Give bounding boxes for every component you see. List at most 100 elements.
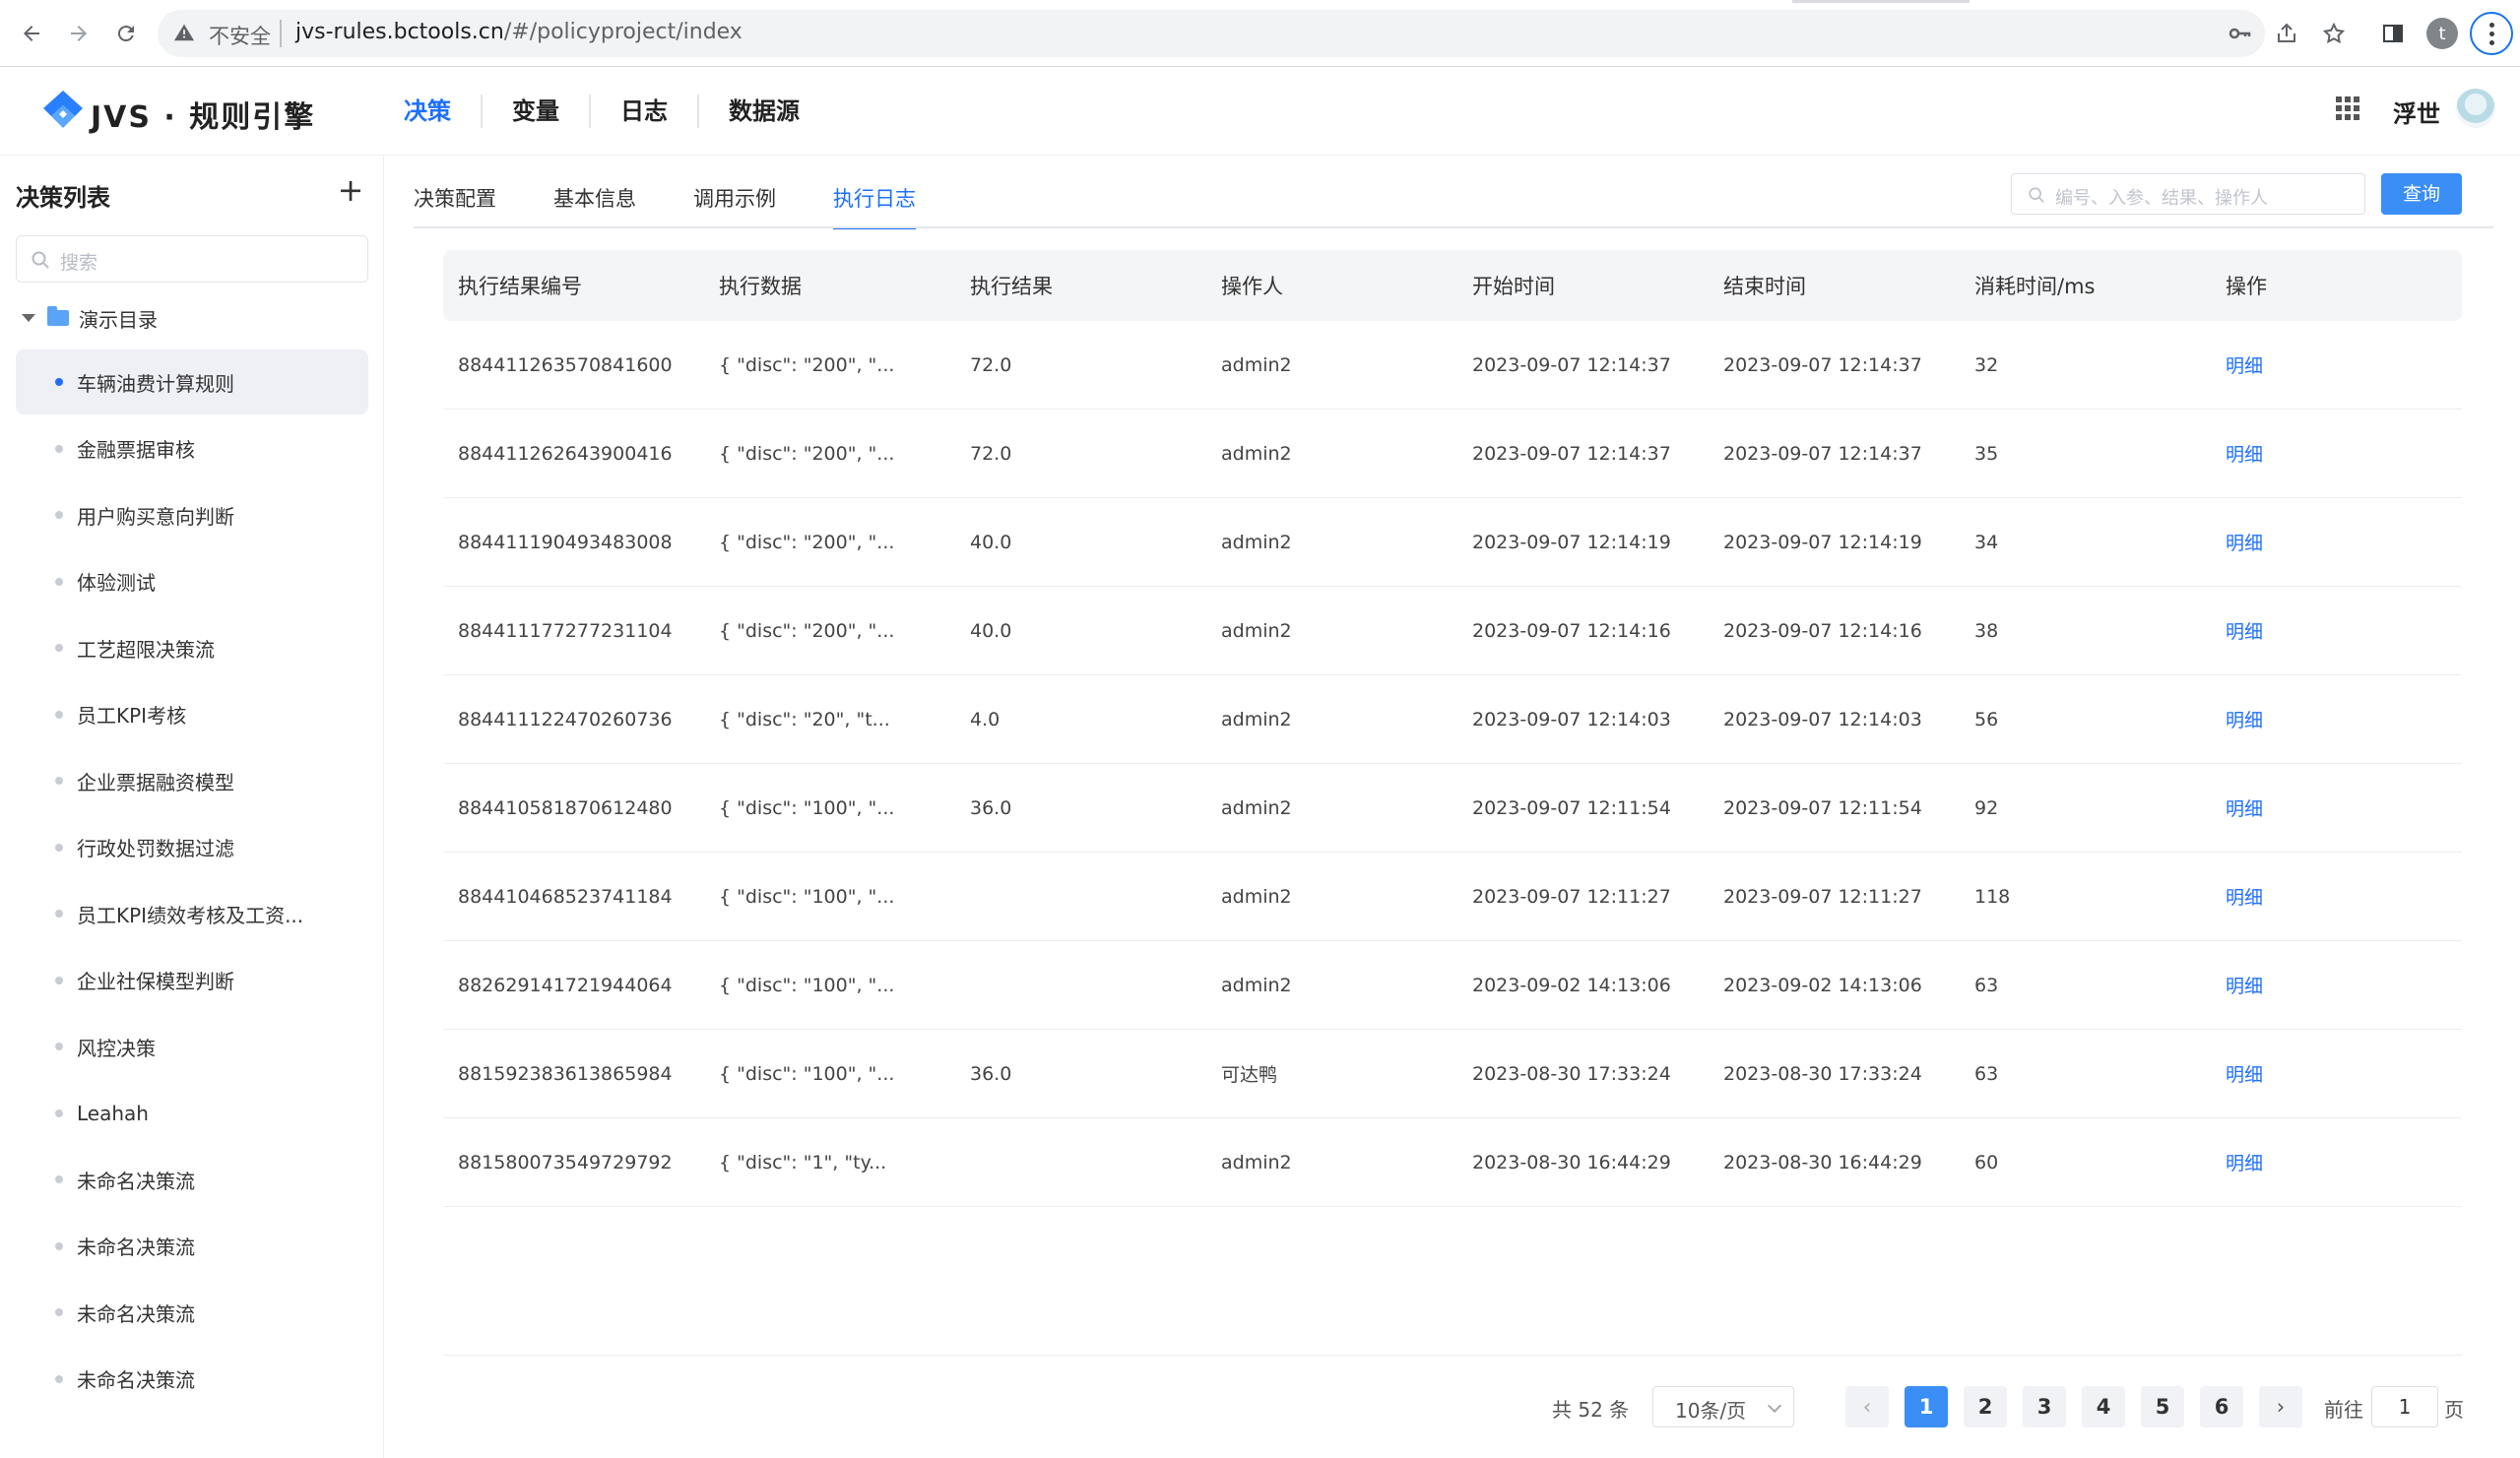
detail-link[interactable]: 明细 [2226,972,2363,998]
sidebar-item-decision[interactable]: 体验测试 [16,549,368,614]
page-5-button[interactable]: 5 [2141,1386,2184,1427]
top-nav: 决策 变量 日志 数据源 [374,95,829,128]
sidebar-item-decision[interactable]: 金融票据审核 [16,416,368,481]
cell-end-time: 2023-08-30 17:33:24 [1723,1062,1922,1085]
col-header-action: 操作 [2226,275,2267,298]
tab-execution-log[interactable]: 执行日志 [833,175,916,229]
forward-icon[interactable] [59,14,98,53]
address-bar[interactable]: 不安全 jvs-rules.bctools.cn/#/policyproject… [158,10,2265,57]
cell-end-time: 2023-09-07 12:14:37 [1723,353,1922,376]
sidebar-item-label: 未命名决策流 [77,1368,195,1392]
page-2-button[interactable]: 2 [1964,1386,2007,1427]
cell-data: { "disc": "200", "... [719,442,895,465]
nav-decision[interactable]: 决策 [374,95,483,128]
sidebar-item-decision[interactable]: 工艺超限决策流 [16,615,368,680]
sidebar-item-decision[interactable]: 员工KPI绩效考核及工资... [16,881,368,946]
key-icon[interactable] [2224,18,2255,49]
cell-cost: 56 [1974,708,1999,730]
nav-log[interactable]: 日志 [591,95,699,128]
detail-link[interactable]: 明细 [2226,883,2363,910]
detail-link[interactable]: 明细 [2226,617,2363,644]
decision-sidebar: 决策列表 + 搜索 演示目录 车辆油费计算规则 金融票据审核用户购买意向判断 体验测… [0,157,384,1458]
sidebar-item-decision[interactable]: 企业社保模型判断 [16,948,368,1013]
logo-icon [39,89,87,132]
execution-log-table: 执行结果编号 执行数据 执行结果 操作人 开始时间 结束时间 消耗时间/ms 操… [443,250,2462,1207]
tab-call-example[interactable]: 调用示例 [693,175,776,226]
sidebar-item-decision[interactable]: 未命名决策流 [16,1280,368,1345]
cell-end-time: 2023-09-02 14:13:06 [1723,974,1922,996]
share-icon[interactable] [2271,18,2302,49]
next-page-button[interactable]: › [2259,1386,2302,1427]
table-row: 884411262643900416 { "disc": "200", "... 7… [443,410,2462,498]
sidebar-item-decision[interactable]: Leahah [16,1081,368,1146]
user-avatar[interactable] [2456,89,2495,128]
nav-datasource[interactable]: 数据源 [699,95,829,128]
cell-cost: 32 [1974,353,1999,376]
cell-end-time: 2023-09-07 12:11:54 [1723,796,1922,819]
detail-link[interactable]: 明细 [2226,1060,2363,1087]
sidebar-item-decision[interactable]: 车辆油费计算规则 [16,349,368,414]
tab-basic-info[interactable]: 基本信息 [553,175,636,226]
sidebar-item-label: Leahah [77,1101,149,1125]
back-icon[interactable] [12,14,51,53]
page-6-button[interactable]: 6 [2200,1386,2243,1427]
cell-operator: admin2 [1221,974,1292,996]
cell-result: 36.0 [970,796,1012,819]
sidebar-item-decision[interactable]: 用户购买意向判断 [16,482,368,547]
cell-data: { "disc": "1", "ty... [719,1151,887,1173]
cell-id: 881580073549729792 [458,1151,673,1173]
sidebar-item-label: 用户购买意向判断 [77,504,234,529]
detail-link[interactable]: 明细 [2226,1149,2363,1175]
cell-result: 36.0 [970,1062,1012,1085]
goto-page-input[interactable]: 1 [2371,1386,2438,1427]
sidebar-item-decision[interactable]: 行政处罚数据过滤 [16,815,368,880]
table-header: 执行结果编号 执行数据 执行结果 操作人 开始时间 结束时间 消耗时间/ms 操… [443,250,2462,321]
sidebar-title: 决策列表 [16,184,110,212]
bullet-dot-icon [55,1109,63,1117]
sidebar-item-label: 体验测试 [77,571,156,595]
caret-down-icon[interactable] [22,314,35,322]
reload-icon[interactable] [106,14,146,53]
detail-link[interactable]: 明细 [2226,794,2363,821]
cell-cost: 63 [1974,974,1999,996]
cell-operator: admin2 [1221,531,1292,553]
apps-grid-icon[interactable] [2336,96,2359,120]
page-3-button[interactable]: 3 [2023,1386,2066,1427]
cell-id: 884410468523741184 [458,885,673,908]
sidebar-item-decision[interactable]: 未命名决策流 [16,1147,368,1212]
nav-variable[interactable]: 变量 [483,95,591,128]
add-decision-button[interactable]: + [337,174,364,206]
tab-decision-config[interactable]: 决策配置 [414,175,496,226]
prev-page-button[interactable]: ‹ [1845,1386,1889,1427]
sidebar-item-decision[interactable]: 风控决策 [16,1014,368,1079]
sidebar-item-label: 企业票据融资模型 [77,770,234,794]
log-search-input[interactable]: 编号、入参、结果、操作人 [2011,173,2365,215]
menu-icon[interactable] [2470,12,2513,55]
bullet-dot-icon [55,577,63,586]
page-size-select[interactable]: 10条/页 [1652,1386,1794,1427]
sidebar-item-label: 未命名决策流 [77,1169,195,1193]
detail-link[interactable]: 明细 [2226,440,2363,467]
sidebar-item-decision[interactable]: 未命名决策流 [16,1214,368,1279]
cell-operator: admin2 [1221,708,1292,730]
goto-suffix: 页 [2444,1398,2464,1422]
user-name[interactable]: 浮世 [2393,95,2440,129]
browser-chrome: 不安全 jvs-rules.bctools.cn/#/policyproject… [0,0,2520,67]
table-row: 881592383613865984 { "disc": "100", "... 3… [443,1030,2462,1118]
sidebar-item-decision[interactable]: 未命名决策流 [16,1347,368,1412]
tree-folder-demo[interactable]: 演示目录 [22,300,158,336]
detail-link[interactable]: 明细 [2226,351,2363,378]
sidebar-search-input[interactable]: 搜索 [16,235,368,283]
star-icon[interactable] [2318,18,2350,49]
page-1-button[interactable]: 1 [1905,1386,1948,1427]
col-header-end: 结束时间 [1723,275,1806,298]
page-4-button[interactable]: 4 [2082,1386,2125,1427]
query-button[interactable]: 查询 [2381,173,2462,215]
sidebar-item-decision[interactable]: 企业票据融资模型 [16,748,368,813]
detail-link[interactable]: 明细 [2226,706,2363,732]
sidebar-item-decision[interactable]: 员工KPI考核 [16,682,368,747]
cell-cost: 38 [1974,619,1999,642]
sidepanel-icon[interactable] [2377,18,2409,49]
detail-link[interactable]: 明细 [2226,529,2363,555]
profile-avatar[interactable]: t [2426,18,2458,49]
